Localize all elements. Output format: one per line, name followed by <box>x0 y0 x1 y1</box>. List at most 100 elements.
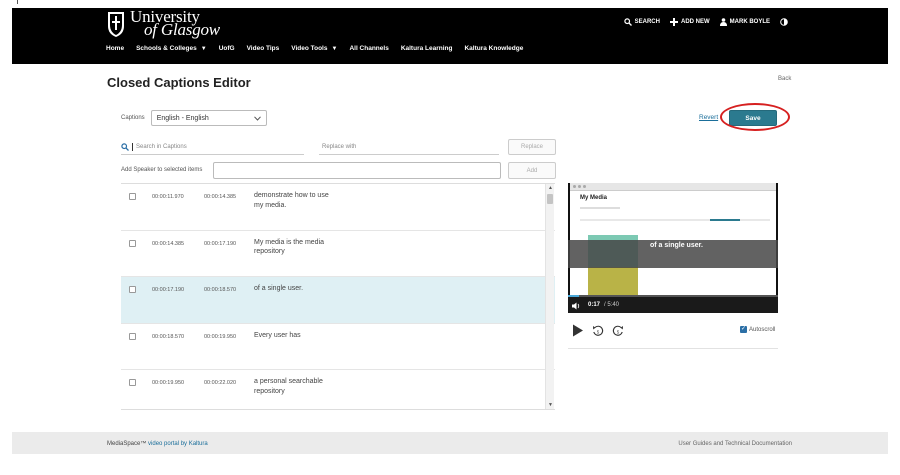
video-player[interactable]: My Media of a single user. 0:17 / 5:40 <box>568 183 778 313</box>
search-icon <box>121 142 129 151</box>
caption-row[interactable]: 00:00:18.570 00:00:19.950 Every user has <box>121 323 555 370</box>
caption-start-time[interactable]: 00:00:18.570 <box>152 334 184 340</box>
video-frame-title: My Media <box>580 195 608 201</box>
scroll-down-icon[interactable]: ▼ <box>547 402 554 408</box>
nav-schools-colleges-label: Schools & Colleges <box>136 45 197 52</box>
caption-start-time[interactable]: 00:00:11.970 <box>152 194 184 200</box>
captions-selected-value: English - English <box>156 114 209 122</box>
footer-kaltura-link[interactable]: video portal by Kaltura <box>148 441 208 447</box>
row-checkbox[interactable] <box>129 379 136 386</box>
save-button[interactable]: Save <box>729 110 777 126</box>
chevron-down-icon: ▼ <box>200 45 207 52</box>
chevron-down-icon: ▼ <box>331 45 338 52</box>
add-new-button[interactable]: ADD NEW <box>669 18 710 26</box>
replace-with-field[interactable]: Replace with <box>319 139 499 155</box>
search-captions-placeholder: Search in Captions <box>136 143 187 150</box>
caption-list: 00:00:11.970 00:00:14.385 demonstrate ho… <box>121 183 555 410</box>
speaker-input[interactable] <box>213 162 501 179</box>
volume-icon[interactable] <box>572 302 581 310</box>
caption-start-time[interactable]: 00:00:17.190 <box>152 287 184 293</box>
nav-kaltura-knowledge[interactable]: Kaltura Knowledge <box>464 45 523 52</box>
caption-text[interactable]: of a single user. <box>254 284 334 294</box>
search-button[interactable]: SEARCH <box>623 18 660 26</box>
search-icon <box>623 18 632 26</box>
nav-home[interactable]: Home <box>106 45 124 52</box>
autoscroll-checkbox[interactable]: ✓ <box>740 326 747 333</box>
site-header: University of Glasgow SEARCH ADD NEW MAR… <box>12 8 888 64</box>
footer-credit-prefix: MediaSpace™ <box>107 441 149 447</box>
video-frame-line <box>580 219 770 221</box>
caption-start-time[interactable]: 00:00:19.950 <box>152 380 184 386</box>
footer-guides-link[interactable]: User Guides and Technical Documentation <box>678 441 792 447</box>
caption-text[interactable]: Every user has <box>254 331 334 341</box>
footer-credit: MediaSpace™ video portal by Kaltura <box>107 441 208 447</box>
header-actions: SEARCH ADD NEW MARK BOYLE <box>623 18 770 26</box>
video-frame-button <box>710 219 740 221</box>
forward-icon[interactable]: 5 <box>612 325 624 337</box>
caption-end-time[interactable]: 00:00:22.020 <box>204 380 236 386</box>
contrast-icon[interactable] <box>780 18 788 26</box>
page-title: Closed Captions Editor <box>107 75 251 90</box>
video-frame-card <box>588 267 638 295</box>
nav-video-tools[interactable]: Video Tools ▼ <box>291 45 337 52</box>
play-icon[interactable] <box>572 324 584 337</box>
caption-end-time[interactable]: 00:00:18.570 <box>204 287 236 293</box>
caption-row[interactable]: 00:00:14.385 00:00:17.190 My media is th… <box>121 230 555 277</box>
caption-text[interactable]: My media is the media repository <box>254 238 334 257</box>
university-logo[interactable]: University of Glasgow <box>106 8 220 42</box>
caption-text[interactable]: a personal searchable repository <box>254 377 334 396</box>
nav-kaltura-learning[interactable]: Kaltura Learning <box>401 45 453 52</box>
progress-bar[interactable] <box>568 295 778 297</box>
caption-start-time[interactable]: 00:00:14.385 <box>152 241 184 247</box>
plus-icon <box>669 18 678 26</box>
user-menu-button[interactable]: MARK BOYLE <box>719 18 770 26</box>
add-speaker-button[interactable]: Add <box>508 162 556 179</box>
captions-language-select[interactable]: English - English <box>150 110 267 126</box>
caption-overlay-text: of a single user. <box>650 242 703 249</box>
caption-text[interactable]: demonstrate how to use my media. <box>254 191 334 210</box>
add-speaker-label: Add Speaker to selected items <box>121 167 203 173</box>
revert-link[interactable]: Revert <box>699 114 718 121</box>
row-checkbox[interactable] <box>129 239 136 247</box>
text-cursor <box>132 142 133 151</box>
window-dot <box>583 185 586 188</box>
caption-row[interactable]: 00:00:19.950 00:00:22.020 a personal sea… <box>121 370 555 409</box>
user-icon <box>719 18 727 26</box>
window-dot <box>573 185 576 188</box>
back-link[interactable]: Back <box>778 76 791 82</box>
nav-video-tips[interactable]: Video Tips <box>247 45 280 52</box>
corner-mark <box>17 0 18 4</box>
caption-list-scrollbar[interactable]: ▲ ▼ <box>545 184 554 409</box>
crest-icon <box>108 12 124 37</box>
nav-all-channels[interactable]: All Channels <box>349 45 388 52</box>
playback-controls: 5 5 <box>572 324 624 337</box>
row-checkbox[interactable] <box>129 332 136 340</box>
search-captions-field[interactable]: Search in Captions <box>121 139 304 155</box>
svg-text:5: 5 <box>617 329 620 334</box>
svg-text:5: 5 <box>597 329 600 334</box>
window-dot <box>578 185 581 188</box>
nav-schools-colleges[interactable]: Schools & Colleges ▼ <box>136 45 207 52</box>
replace-button[interactable]: Replace <box>508 139 556 155</box>
row-checkbox[interactable] <box>129 286 136 293</box>
chevron-down-icon <box>253 115 261 121</box>
caption-row-active[interactable]: 00:00:17.190 00:00:18.570 of a single us… <box>121 277 555 324</box>
caption-row[interactable]: 00:00:11.970 00:00:14.385 demonstrate ho… <box>121 184 555 231</box>
row-checkbox[interactable] <box>129 193 136 200</box>
nav-uofg[interactable]: UofG <box>219 45 235 52</box>
autoscroll-toggle[interactable]: ✓ Autoscroll <box>740 326 775 333</box>
scroll-up-icon[interactable]: ▲ <box>547 185 554 191</box>
scroll-thumb[interactable] <box>547 194 553 204</box>
caption-end-time[interactable]: 00:00:19.950 <box>204 334 236 340</box>
captions-label: Captions <box>121 115 145 121</box>
rewind-icon[interactable]: 5 <box>592 325 604 337</box>
main-nav: Home Schools & Colleges ▼ UofG Video Tip… <box>106 45 523 52</box>
video-frame: My Media <box>570 183 776 295</box>
caption-end-time[interactable]: 00:00:14.385 <box>204 194 236 200</box>
search-label: SEARCH <box>634 19 660 25</box>
site-footer: MediaSpace™ video portal by Kaltura User… <box>12 432 888 454</box>
current-time: 0:17 <box>588 302 601 308</box>
autoscroll-label: Autoscroll <box>749 326 776 333</box>
caption-end-time[interactable]: 00:00:17.190 <box>204 241 236 247</box>
nav-video-tools-label: Video Tools <box>291 45 328 52</box>
